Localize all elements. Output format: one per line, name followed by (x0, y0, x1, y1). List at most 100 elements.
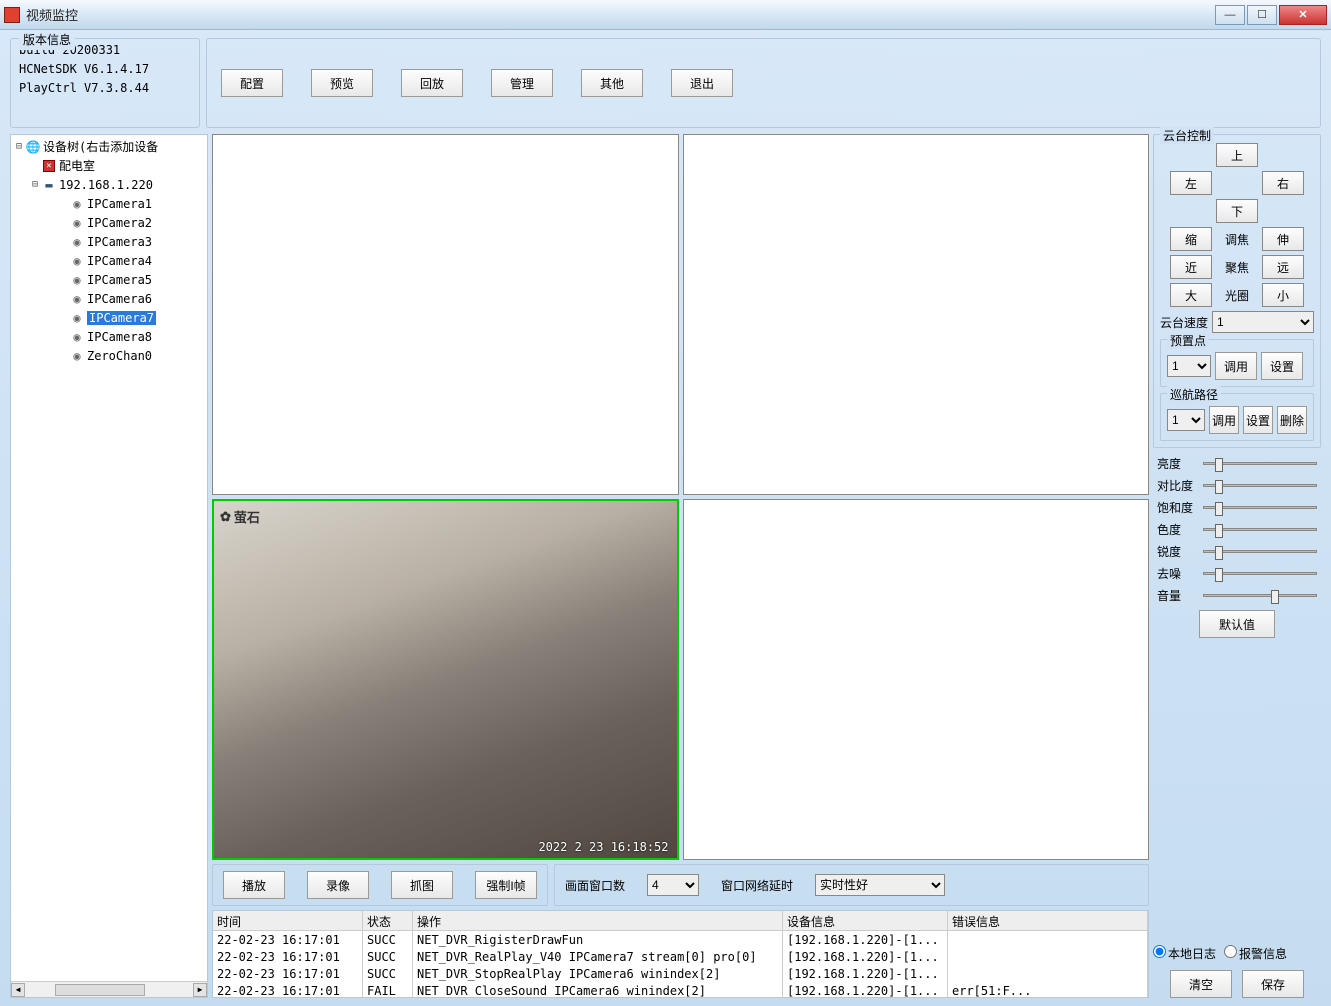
scroll-left-icon[interactable]: ◀ (11, 983, 25, 997)
camera-icon: ◉ (69, 216, 85, 230)
ptz-left-button[interactable]: 左 (1170, 171, 1212, 195)
log-table: 时间 状态 操作 设备信息 错误信息 22-02-23 16:17:01SUCC… (212, 910, 1149, 998)
tree-camera-IPCamera7[interactable]: ◉IPCamera7 (13, 308, 205, 327)
wndnum-select[interactable]: 4 (647, 874, 699, 896)
log-row[interactable]: 22-02-23 16:17:01SUCCNET_DVR_StopRealPla… (213, 965, 1148, 982)
iframe-button[interactable]: 强制I帧 (475, 871, 537, 899)
window-settings: 画面窗口数 4 窗口网络延时 实时性好 (554, 864, 1149, 906)
contrast-label: 对比度 (1157, 477, 1199, 494)
tree-nvr[interactable]: ⊟ ▬ 192.168.1.220 (13, 175, 205, 194)
expand-icon[interactable]: ⊟ (29, 179, 41, 190)
config-button[interactable]: 配置 (221, 69, 283, 97)
ptz-far-button[interactable]: 远 (1262, 255, 1304, 279)
manage-button[interactable]: 管理 (491, 69, 553, 97)
maximize-button[interactable] (1247, 5, 1277, 25)
tree-room[interactable]: ✕ 配电室 (13, 156, 205, 175)
tree-camera-IPCamera2[interactable]: ◉IPCamera2 (13, 213, 205, 232)
exit-button[interactable]: 退出 (671, 69, 733, 97)
ptz-up-button[interactable]: 上 (1216, 143, 1258, 167)
scroll-right-icon[interactable]: ▶ (193, 983, 207, 997)
tree-camera-IPCamera1[interactable]: ◉IPCamera1 (13, 194, 205, 213)
brightness-slider[interactable] (1203, 462, 1317, 465)
saturation-slider[interactable] (1203, 506, 1317, 509)
log-col-op[interactable]: 操作 (413, 911, 783, 930)
cruise-set-button[interactable]: 设置 (1243, 406, 1273, 434)
sharpness-slider[interactable] (1203, 550, 1317, 553)
ptz-zoomout-button[interactable]: 伸 (1262, 227, 1304, 251)
tree-camera-ZeroChan0[interactable]: ◉ZeroChan0 (13, 346, 205, 365)
log-col-err[interactable]: 错误信息 (948, 911, 1148, 930)
version-legend: 版本信息 (19, 31, 75, 50)
tree-hscrollbar[interactable]: ◀ ▶ (11, 981, 207, 997)
record-button[interactable]: 录像 (307, 871, 369, 899)
ptz-zoomin-button[interactable]: 缩 (1170, 227, 1212, 251)
ptz-speed-select[interactable]: 1 (1212, 311, 1314, 333)
app-icon (4, 7, 20, 23)
ptz-down-button[interactable]: 下 (1216, 199, 1258, 223)
hue-slider[interactable] (1203, 528, 1317, 531)
titlebar: 视频监控 (0, 0, 1331, 30)
camera-brand-logo: ✿萤石 (220, 507, 260, 526)
ptz-big-button[interactable]: 大 (1170, 283, 1212, 307)
ptz-control-group: 云台控制 上 左 右 下 缩 调焦 伸 近 聚焦 远 (1153, 134, 1321, 448)
denoise-slider[interactable] (1203, 572, 1317, 575)
default-values-button[interactable]: 默认值 (1199, 610, 1275, 638)
tree-camera-IPCamera6[interactable]: ◉IPCamera6 (13, 289, 205, 308)
alarm-log-radio[interactable]: 报警信息 (1224, 945, 1287, 962)
log-controls: 本地日志 报警信息 清空 保存 (1153, 941, 1321, 998)
volume-slider[interactable] (1203, 594, 1317, 597)
ptz-focuspt-label: 聚焦 (1216, 255, 1258, 279)
video-cell-1[interactable] (212, 134, 679, 495)
version-sdk: HCNetSDK V6.1.4.17 (19, 60, 191, 79)
tree-camera-IPCamera4[interactable]: ◉IPCamera4 (13, 251, 205, 270)
log-row[interactable]: 22-02-23 16:17:01SUCCNET_DVR_RealPlay_V4… (213, 948, 1148, 965)
camera-icon: ◉ (69, 311, 85, 325)
preset-set-button[interactable]: 设置 (1261, 352, 1303, 380)
nvr-icon: ▬ (41, 178, 57, 192)
log-row[interactable]: 22-02-23 16:17:01SUCCNET_DVR_RigisterDra… (213, 931, 1148, 948)
clear-log-button[interactable]: 清空 (1170, 970, 1232, 998)
camera-icon: ◉ (69, 254, 85, 268)
log-col-time[interactable]: 时间 (213, 911, 363, 930)
window-title: 视频监控 (26, 5, 1215, 24)
log-row[interactable]: 22-02-23 16:17:01FAILNET_DVR_CloseSound … (213, 982, 1148, 997)
cruise-del-button[interactable]: 删除 (1277, 406, 1307, 434)
device-tree[interactable]: ⊟ 🌐 设备树(右击添加设备 ✕ 配电室 ⊟ ▬ 192.168.1.220 ◉… (10, 134, 208, 998)
video-cell-3[interactable]: ✿萤石 2022 2 23 16:18:52 (212, 499, 679, 860)
playback-button[interactable]: 回放 (401, 69, 463, 97)
preset-call-button[interactable]: 调用 (1215, 352, 1257, 380)
log-col-dev[interactable]: 设备信息 (783, 911, 948, 930)
ptz-near-button[interactable]: 近 (1170, 255, 1212, 279)
tree-camera-IPCamera8[interactable]: ◉IPCamera8 (13, 327, 205, 346)
camera-icon: ◉ (69, 292, 85, 306)
tree-camera-IPCamera5[interactable]: ◉IPCamera5 (13, 270, 205, 289)
contrast-slider[interactable] (1203, 484, 1317, 487)
cruise-legend: 巡航路径 (1167, 386, 1221, 403)
minimize-button[interactable] (1215, 5, 1245, 25)
capture-button[interactable]: 抓图 (391, 871, 453, 899)
video-cell-4[interactable] (683, 499, 1150, 860)
video-cell-2[interactable] (683, 134, 1150, 495)
ptz-right-button[interactable]: 右 (1262, 171, 1304, 195)
cruise-call-button[interactable]: 调用 (1209, 406, 1239, 434)
save-log-button[interactable]: 保存 (1242, 970, 1304, 998)
local-log-radio[interactable]: 本地日志 (1153, 945, 1216, 962)
scroll-thumb[interactable] (55, 984, 145, 996)
other-button[interactable]: 其他 (581, 69, 643, 97)
preset-select[interactable]: 1 (1167, 355, 1211, 377)
log-col-state[interactable]: 状态 (363, 911, 413, 930)
log-header: 时间 状态 操作 设备信息 错误信息 (213, 911, 1148, 931)
volume-label: 音量 (1157, 587, 1199, 604)
brightness-label: 亮度 (1157, 455, 1199, 472)
preview-button[interactable]: 预览 (311, 69, 373, 97)
tree-root[interactable]: ⊟ 🌐 设备树(右击添加设备 (13, 137, 205, 156)
ptz-small-button[interactable]: 小 (1262, 283, 1304, 307)
globe-icon: 🌐 (25, 140, 41, 154)
close-button[interactable] (1279, 5, 1327, 25)
video-grid: ✿萤石 2022 2 23 16:18:52 (212, 134, 1149, 860)
play-button[interactable]: 播放 (223, 871, 285, 899)
netdelay-select[interactable]: 实时性好 (815, 874, 945, 896)
cruise-select[interactable]: 1 (1167, 409, 1205, 431)
expand-icon[interactable]: ⊟ (13, 141, 25, 152)
tree-camera-IPCamera3[interactable]: ◉IPCamera3 (13, 232, 205, 251)
